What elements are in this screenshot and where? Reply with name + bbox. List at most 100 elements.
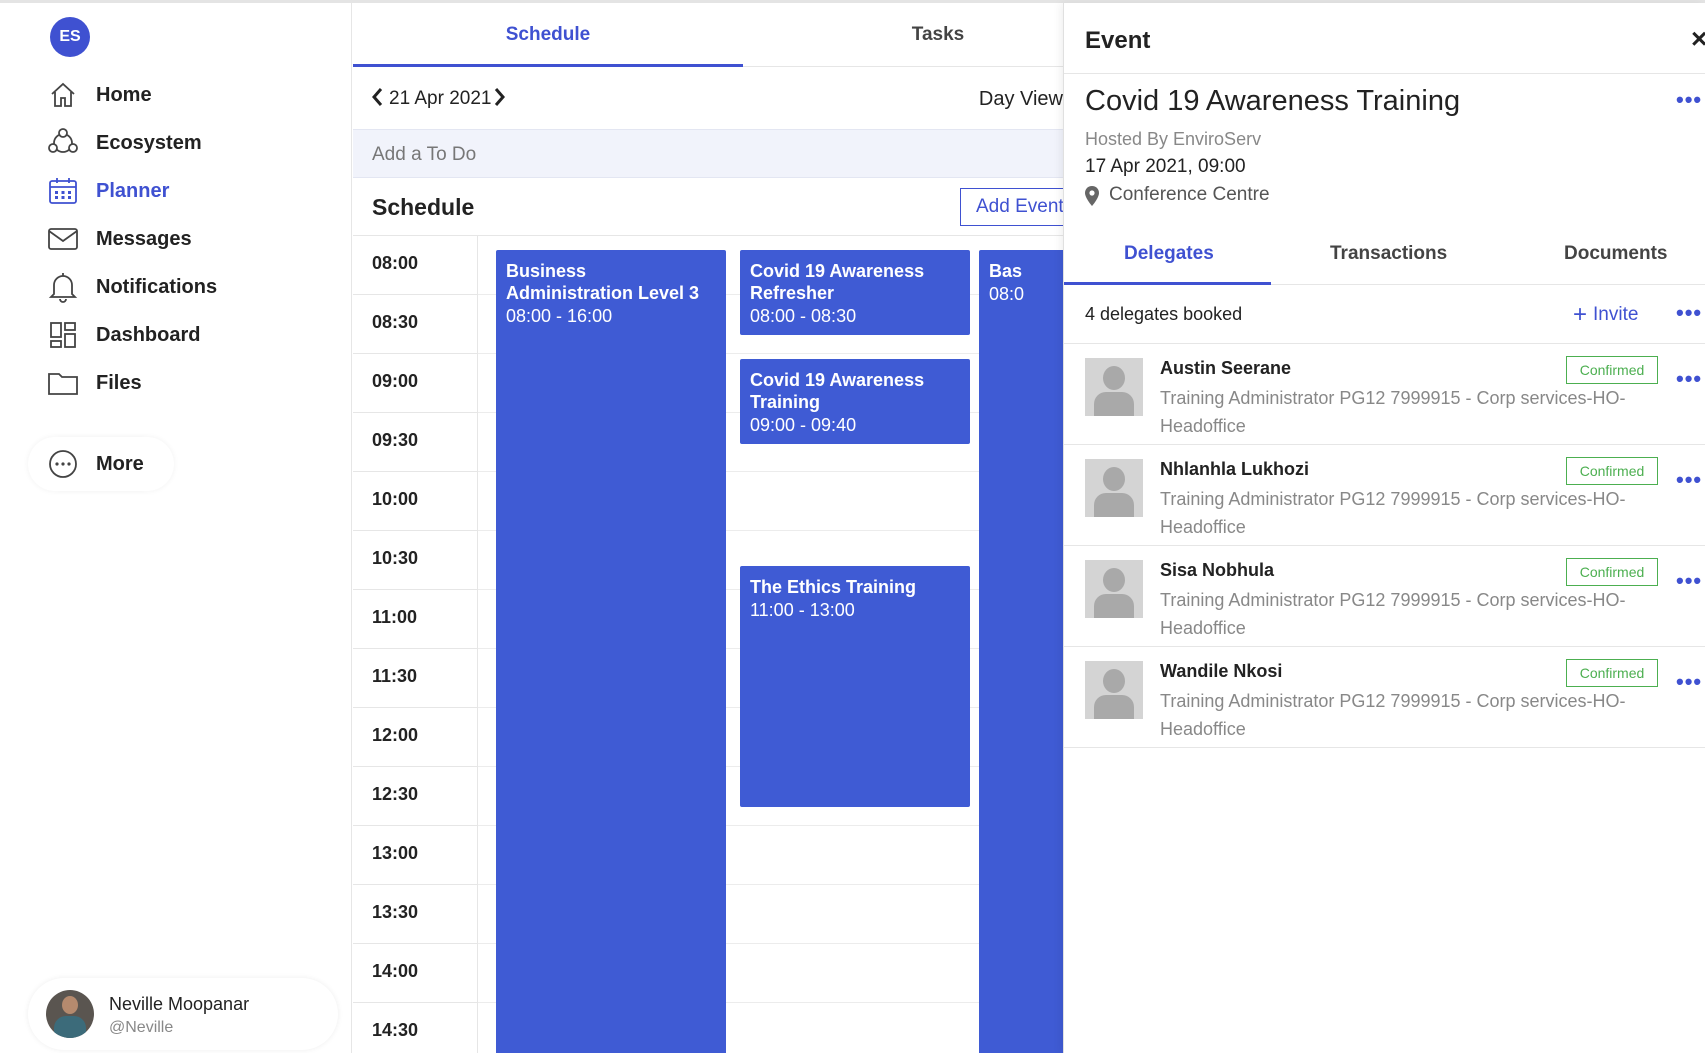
time-label: 11:30	[372, 666, 418, 686]
tab-delegates[interactable]: Delegates	[1124, 243, 1214, 265]
delegate-name: Austin Seerane	[1160, 358, 1292, 378]
sidebar-item-messages[interactable]: Messages	[46, 219, 192, 259]
time-slot: 09:00	[353, 354, 478, 413]
user-handle: @Neville	[109, 1019, 174, 1036]
event-title: Covid 19 Awareness Training	[750, 370, 925, 412]
tab-schedule[interactable]: Schedule	[353, 3, 743, 67]
mail-icon	[46, 222, 80, 256]
delegate-name: Wandile Nkosi	[1160, 661, 1283, 681]
event-block[interactable]: Bas 08:0	[979, 250, 1063, 1053]
calendar-icon	[46, 174, 80, 208]
more-options-icon[interactable]: •••	[1676, 89, 1702, 111]
avatar-placeholder-icon	[1085, 560, 1143, 618]
event-time: 08:0	[989, 284, 1025, 304]
event-name: Covid 19 Awareness Training	[1085, 85, 1461, 117]
more-options-icon[interactable]: •••	[1676, 570, 1702, 592]
add-todo-input[interactable]: Add a To Do	[353, 129, 1063, 178]
delegate-role: Training Administrator PG12 7999915 - Co…	[1160, 590, 1626, 638]
event-block[interactable]: Business Administration Level 3 08:00 - …	[496, 250, 726, 1053]
schedule-header: Schedule Add Event	[353, 178, 1063, 236]
time-slot: 11:30	[353, 649, 478, 708]
avatar	[46, 990, 94, 1038]
tab-tasks[interactable]: Tasks	[743, 3, 1063, 67]
sidebar-item-label: More	[96, 452, 144, 475]
divider	[1064, 747, 1705, 748]
time-slot: 08:30	[353, 295, 478, 354]
close-icon[interactable]: ×	[1691, 25, 1705, 53]
delegate-role: Training Administrator PG12 7999915 - Co…	[1160, 388, 1626, 436]
time-label: 14:30	[372, 1020, 419, 1040]
time-slot: 11:00	[353, 590, 478, 649]
active-tab-indicator	[1064, 282, 1271, 285]
sidebar-item-home[interactable]: Home	[46, 75, 152, 115]
more-options-icon[interactable]: •••	[1676, 469, 1702, 491]
invite-button[interactable]: + Invite	[1573, 301, 1638, 329]
panel-header: Event ×	[1064, 3, 1705, 74]
time-label: 09:00	[372, 371, 419, 391]
event-time: 11:00 - 13:00	[750, 600, 855, 620]
time-label: 13:30	[372, 902, 419, 922]
chevron-left-icon[interactable]	[371, 87, 383, 113]
more-options-icon[interactable]: •••	[1676, 368, 1702, 390]
chevron-right-icon[interactable]	[494, 87, 506, 113]
sidebar-item-label: Home	[96, 83, 152, 106]
panel-tabs: Delegates Transactions Documents	[1064, 225, 1705, 285]
tab-documents[interactable]: Documents	[1564, 243, 1667, 265]
tab-transactions[interactable]: Transactions	[1330, 243, 1447, 265]
user-card[interactable]: Neville Moopanar @Neville	[28, 978, 338, 1050]
folder-icon	[46, 366, 80, 400]
location-pin-icon	[1085, 186, 1099, 211]
delegate-name: Nhlanhla Lukhozi	[1160, 459, 1310, 479]
event-block[interactable]: Covid 19 Awareness Training 09:00 - 09:4…	[740, 359, 970, 444]
event-host: Hosted By EnviroServ	[1085, 129, 1262, 149]
sidebar-item-notifications[interactable]: Notifications	[46, 267, 217, 307]
delegates-count: 4 delegates booked	[1085, 304, 1243, 324]
more-options-icon[interactable]: •••	[1676, 302, 1702, 324]
event-title: The Ethics Training	[750, 577, 917, 597]
event-time: 08:00 - 08:30	[750, 306, 857, 326]
sidebar-item-label: Notifications	[96, 275, 218, 298]
sidebar-item-label: Messages	[96, 227, 192, 250]
dashboard-icon	[46, 318, 80, 352]
date-navigator: 21 Apr 2021 Day View	[353, 67, 1063, 129]
list-item[interactable]: Nhlanhla Lukhozi Training Administrator …	[1064, 445, 1705, 545]
sidebar-item-label: Dashboard	[96, 323, 201, 346]
user-name: Neville Moopanar	[109, 994, 250, 1014]
list-item[interactable]: Wandile Nkosi Training Administrator PG1…	[1064, 647, 1705, 747]
event-time: 08:00 - 16:00	[506, 306, 613, 326]
sidebar-item-planner[interactable]: Planner	[46, 171, 169, 211]
event-time: 09:00 - 09:40	[750, 415, 857, 435]
list-item[interactable]: Sisa Nobhula Training Administrator PG12…	[1064, 546, 1705, 646]
time-label: 09:30	[372, 430, 419, 450]
home-icon	[46, 78, 80, 112]
avatar-placeholder-icon	[1085, 661, 1143, 719]
more-icon	[46, 447, 80, 481]
sidebar-item-ecosystem[interactable]: Ecosystem	[46, 123, 202, 163]
sidebar: ES Home Ecosystem Planner Messages Notif…	[0, 3, 352, 1053]
app-logo[interactable]: ES	[50, 17, 90, 57]
event-block[interactable]: The Ethics Training 11:00 - 13:00	[740, 566, 970, 807]
status-badge: Confirmed	[1566, 659, 1658, 687]
schedule-area: Schedule Tasks 21 Apr 2021 Day View Add …	[353, 3, 1063, 1053]
list-item[interactable]: Austin Seerane Training Administrator PG…	[1064, 344, 1705, 444]
add-event-button[interactable]: Add Event	[960, 188, 1063, 226]
sidebar-item-more[interactable]: More	[46, 444, 144, 484]
more-options-icon[interactable]: •••	[1676, 671, 1702, 693]
time-slot: 13:30	[353, 885, 478, 944]
event-block[interactable]: Covid 19 Awareness Refresher 08:00 - 08:…	[740, 250, 970, 335]
delegate-name: Sisa Nobhula	[1160, 560, 1275, 580]
event-title: Business Administration Level 3	[506, 261, 700, 303]
view-selector[interactable]: Day View	[979, 88, 1063, 111]
time-slot: 12:00	[353, 708, 478, 767]
time-label: 10:00	[372, 489, 419, 509]
event-location: Conference Centre	[1109, 184, 1270, 205]
time-label: 12:30	[372, 784, 419, 804]
time-slot: 10:30	[353, 531, 478, 590]
time-slot: 14:30	[353, 1003, 478, 1053]
event-datetime: 17 Apr 2021, 09:00	[1085, 156, 1246, 177]
plus-icon: +	[1573, 301, 1588, 328]
sidebar-item-dashboard[interactable]: Dashboard	[46, 315, 200, 355]
sidebar-item-label: Planner	[96, 179, 170, 202]
sidebar-item-files[interactable]: Files	[46, 363, 142, 403]
avatar-placeholder-icon	[1085, 459, 1143, 517]
